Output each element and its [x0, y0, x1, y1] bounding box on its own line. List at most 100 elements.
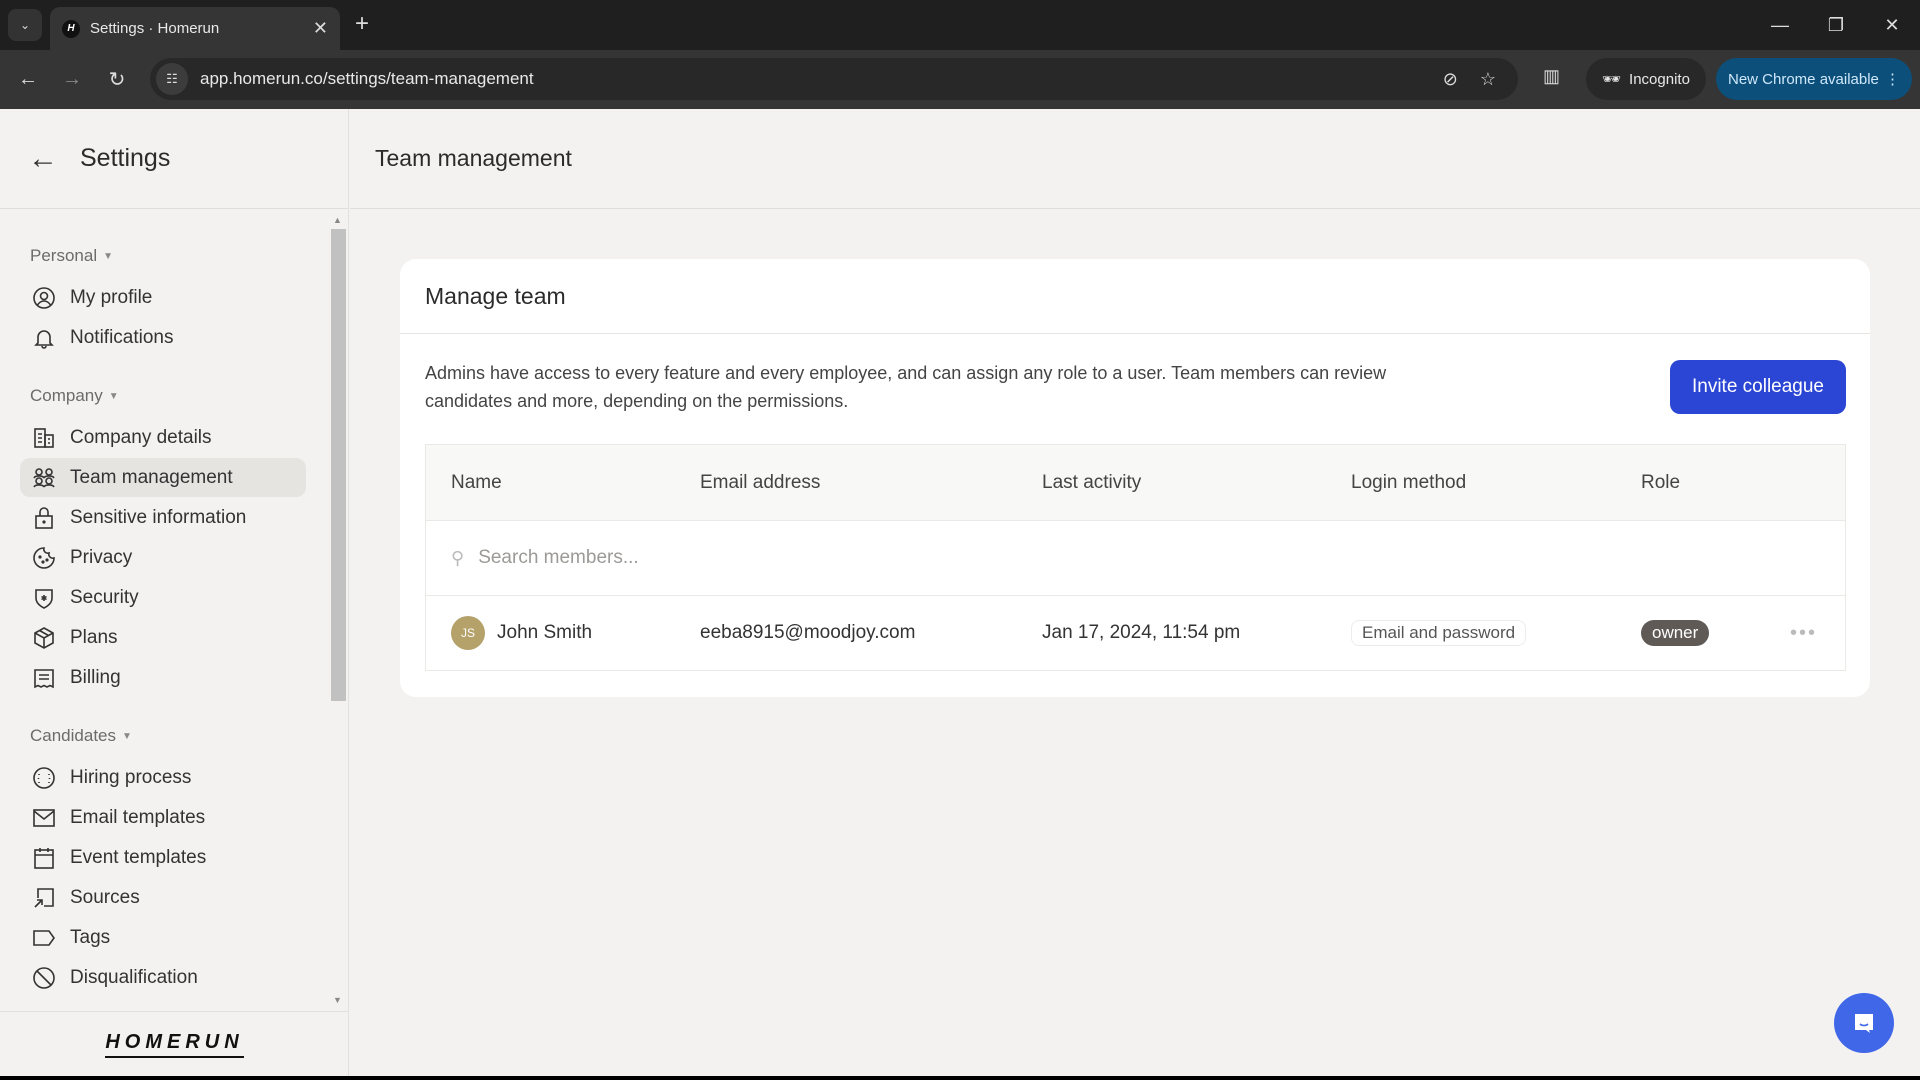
chat-icon	[1855, 1014, 1873, 1033]
search-members-input[interactable]	[478, 547, 1079, 569]
url-text[interactable]: app.homerun.co/settings/team-management	[200, 69, 1443, 89]
sidebar-item-plans[interactable]: Plans	[20, 618, 306, 657]
sidebar-nav: Personal ▼ My profile Notifications Compa…	[0, 210, 330, 1010]
sidebar-item-company-details[interactable]: Company details	[20, 418, 306, 457]
homerun-logo[interactable]: HOMERUN	[105, 1031, 244, 1058]
scroll-up-icon[interactable]: ▲	[333, 215, 342, 225]
login-method-chip: Email and password	[1351, 620, 1527, 646]
sidebar-item-event-templates[interactable]: Event templates	[20, 838, 306, 877]
column-header-last-activity[interactable]: Last activity	[1042, 472, 1141, 494]
site-info-icon[interactable]: ☷	[156, 63, 188, 95]
bottom-border	[0, 1076, 1920, 1080]
sidebar-item-label: Sensitive information	[70, 506, 247, 528]
new-tab-button[interactable]: +	[355, 10, 369, 38]
incognito-badge[interactable]: 🕶 Incognito	[1586, 58, 1706, 100]
window-controls: — ❐ ✕	[1752, 0, 1920, 50]
back-nav-icon[interactable]: ←	[13, 64, 43, 94]
sidebar-item-label: Security	[70, 586, 139, 608]
section-candidates[interactable]: Candidates ▼	[30, 724, 330, 748]
sidebar-item-security[interactable]: Security	[20, 578, 306, 617]
tag-icon	[32, 926, 56, 950]
card-header: Manage team	[400, 259, 1870, 334]
more-menu-icon[interactable]: ⋮	[1885, 70, 1900, 88]
section-company[interactable]: Company ▼	[30, 384, 330, 408]
star-icon[interactable]: ☆	[1480, 69, 1496, 90]
update-chrome-button[interactable]: New Chrome available ⋮	[1716, 58, 1912, 100]
baseball-icon	[32, 766, 56, 790]
sidebar-item-billing[interactable]: Billing	[20, 658, 306, 697]
member-email: eeba8915@moodjoy.com	[700, 622, 916, 643]
sidebar-item-email-templates[interactable]: Email templates	[20, 798, 306, 837]
box-icon	[32, 626, 56, 650]
scroll-down-icon[interactable]: ▼	[333, 995, 342, 1005]
column-header-email[interactable]: Email address	[700, 472, 820, 494]
table-row[interactable]: JS John Smith eeba8915@moodjoy.com Jan 1…	[426, 596, 1845, 670]
calendar-icon	[32, 846, 56, 870]
role-badge: owner	[1641, 620, 1710, 646]
sidebar-item-label: Notifications	[70, 326, 174, 348]
caret-down-icon: ▼	[108, 390, 119, 402]
sidebar-item-disqualification[interactable]: Disqualification	[20, 958, 306, 997]
search-row: ⚲	[426, 521, 1845, 596]
side-panel-icon[interactable]: ▥	[1543, 66, 1565, 90]
back-arrow-icon[interactable]: ←	[28, 142, 64, 176]
sidebar-item-label: Privacy	[70, 546, 133, 568]
more-actions-icon[interactable]: •••	[1790, 622, 1817, 645]
card-description: Admins have access to every feature and …	[425, 363, 1387, 411]
tab-title: Settings · Homerun	[90, 20, 220, 37]
scroll-thumb[interactable]	[331, 229, 346, 701]
close-window-icon[interactable]: ✕	[1864, 0, 1920, 50]
browser-tab[interactable]: H Settings · Homerun ✕	[50, 7, 340, 50]
column-header-name[interactable]: Name	[451, 472, 502, 494]
bell-icon	[32, 326, 56, 350]
tab-search-button[interactable]: ⌄	[8, 9, 42, 41]
search-icon: ⚲	[451, 547, 465, 568]
sidebar-item-privacy[interactable]: Privacy	[20, 538, 306, 577]
incognito-label: Incognito	[1629, 70, 1690, 88]
sidebar-item-label: Disqualification	[70, 966, 198, 988]
team-icon	[32, 466, 56, 490]
user-circle-icon	[32, 286, 56, 310]
member-last-activity: Jan 17, 2024, 11:54 pm	[1042, 622, 1241, 643]
sidebar-item-label: Sources	[70, 886, 140, 908]
main-content: Team management Manage team Admins have …	[350, 109, 1920, 1076]
close-tab-icon[interactable]: ✕	[313, 18, 328, 39]
favicon-icon: H	[62, 19, 80, 38]
sidebar-item-label: Event templates	[70, 846, 207, 868]
update-label: New Chrome available	[1728, 70, 1879, 88]
forward-nav-icon[interactable]: →	[57, 64, 87, 94]
sidebar-item-tags[interactable]: Tags	[20, 918, 306, 957]
sidebar-item-sources[interactable]: Sources	[20, 878, 306, 917]
sidebar-item-hiring-process[interactable]: Hiring process	[20, 758, 306, 797]
section-label: Candidates	[30, 726, 117, 745]
lock-icon	[32, 506, 56, 530]
page-title: Team management	[375, 145, 572, 171]
manage-team-card: Manage team Admins have access to every …	[400, 259, 1870, 697]
column-header-role[interactable]: Role	[1641, 472, 1680, 494]
members-table: Name Email address Last activity Login m…	[425, 444, 1846, 671]
sidebar-item-sensitive-information[interactable]: Sensitive information	[20, 498, 306, 537]
sidebar-title: Settings	[80, 144, 171, 172]
sidebar-item-label: Team management	[70, 466, 233, 488]
restore-icon[interactable]: ❐	[1808, 0, 1864, 50]
chat-support-button[interactable]	[1834, 993, 1894, 1053]
cookie-icon	[32, 546, 56, 570]
invite-colleague-button[interactable]: Invite colleague	[1670, 360, 1846, 414]
sidebar-item-label: Plans	[70, 626, 118, 648]
sidebar-item-my-profile[interactable]: My profile	[20, 278, 306, 317]
sidebar-item-label: Email templates	[70, 806, 206, 828]
sidebar-item-notifications[interactable]: Notifications	[20, 318, 306, 357]
member-name: John Smith	[497, 622, 593, 643]
eye-off-icon[interactable]: ⊘	[1443, 69, 1458, 90]
address-bar[interactable]: ☷ app.homerun.co/settings/team-managemen…	[150, 58, 1518, 100]
column-header-login-method[interactable]: Login method	[1351, 472, 1466, 494]
ban-icon	[32, 966, 56, 990]
reload-icon[interactable]: ↻	[102, 64, 132, 94]
sidebar-item-label: Company details	[70, 426, 212, 448]
member-name-cell: JS John Smith	[451, 616, 592, 650]
minimize-icon[interactable]: —	[1752, 0, 1808, 50]
section-personal[interactable]: Personal ▼	[30, 244, 330, 268]
sidebar-item-team-management[interactable]: Team management	[20, 458, 306, 497]
caret-down-icon: ▼	[103, 250, 114, 262]
sidebar-scrollbar[interactable]: ▲ ▼	[330, 215, 346, 1005]
